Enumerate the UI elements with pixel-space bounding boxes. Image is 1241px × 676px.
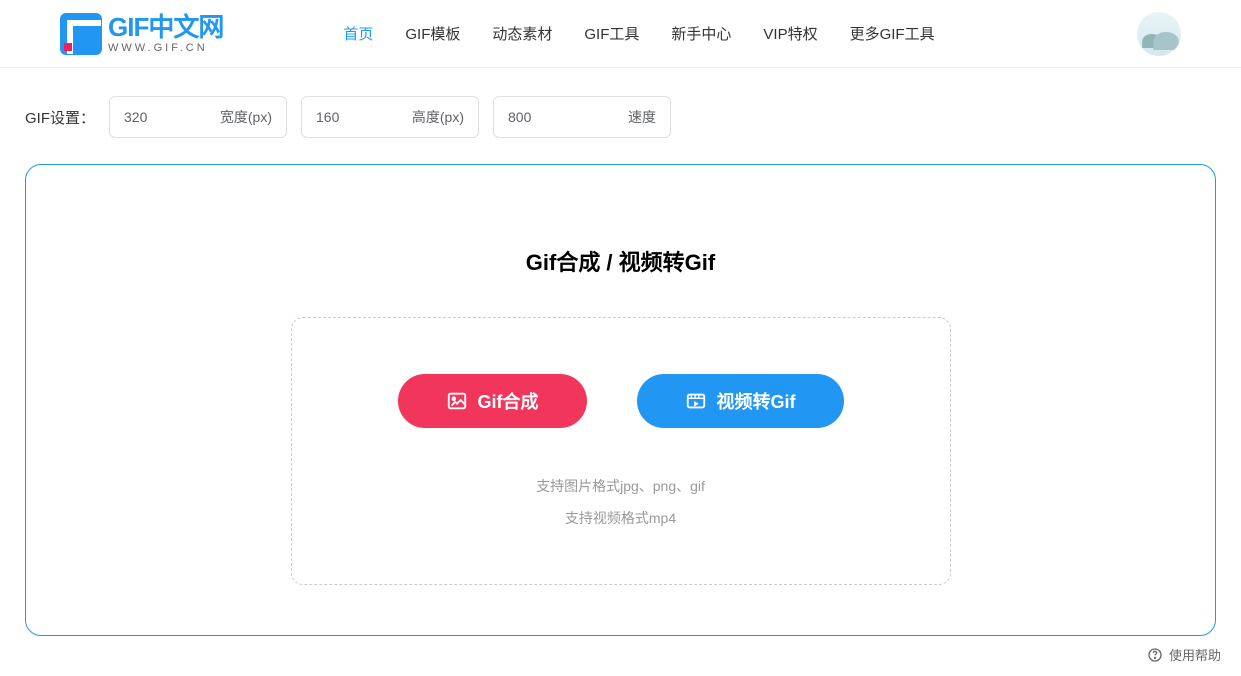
nav-newbie[interactable]: 新手中心 <box>671 23 731 44</box>
width-input-group: 宽度(px) <box>109 96 287 138</box>
hint-video: 支持视频格式mp4 <box>565 508 676 528</box>
help-icon <box>1147 647 1163 663</box>
help-label: 使用帮助 <box>1169 645 1221 664</box>
button-row: Gif合成 视频转Gif <box>398 374 844 428</box>
nav-materials[interactable]: 动态素材 <box>492 23 552 44</box>
speed-suffix: 速度 <box>628 107 656 127</box>
settings-row: GIF设置： 宽度(px) 高度(px) 速度 <box>0 68 1241 154</box>
upload-dropzone[interactable]: Gif合成 视频转Gif 支持图片格式jpg、png、gif 支持视频格式mp4 <box>291 317 951 585</box>
nav-more-tools[interactable]: 更多GIF工具 <box>850 23 935 44</box>
help-link[interactable]: 使用帮助 <box>1147 645 1221 664</box>
video-to-gif-button[interactable]: 视频转Gif <box>637 374 844 428</box>
video-to-gif-label: 视频转Gif <box>717 388 796 414</box>
logo-subtitle: WWW.GIF.CN <box>108 43 223 54</box>
width-suffix: 宽度(px) <box>220 107 272 127</box>
image-icon <box>446 390 468 412</box>
nav-tools[interactable]: GIF工具 <box>584 23 639 44</box>
speed-input[interactable] <box>508 109 588 125</box>
logo-text: GIF中文网 WWW.GIF.CN <box>108 14 223 54</box>
logo-icon <box>60 13 102 55</box>
logo-title: GIF中文网 <box>108 14 223 40</box>
card-title: Gif合成 / 视频转Gif <box>526 245 715 277</box>
gif-compose-button[interactable]: Gif合成 <box>398 374 587 428</box>
height-suffix: 高度(px) <box>412 107 464 127</box>
header: GIF中文网 WWW.GIF.CN 首页 GIF模板 动态素材 GIF工具 新手… <box>0 0 1241 68</box>
nav: 首页 GIF模板 动态素材 GIF工具 新手中心 VIP特权 更多GIF工具 <box>343 23 934 44</box>
avatar[interactable] <box>1137 12 1181 56</box>
gif-compose-label: Gif合成 <box>478 388 539 414</box>
nav-vip[interactable]: VIP特权 <box>763 23 817 44</box>
main-card: Gif合成 / 视频转Gif Gif合成 视频转Gif 支持图片格式jpg <box>25 164 1216 636</box>
height-input-group: 高度(px) <box>301 96 479 138</box>
nav-templates[interactable]: GIF模板 <box>405 23 460 44</box>
logo[interactable]: GIF中文网 WWW.GIF.CN <box>60 13 223 55</box>
video-icon <box>685 390 707 412</box>
height-input[interactable] <box>316 109 396 125</box>
nav-home[interactable]: 首页 <box>343 23 373 44</box>
speed-input-group: 速度 <box>493 96 671 138</box>
width-input[interactable] <box>124 109 204 125</box>
hint-image: 支持图片格式jpg、png、gif <box>536 476 705 496</box>
settings-label: GIF设置： <box>25 107 95 128</box>
